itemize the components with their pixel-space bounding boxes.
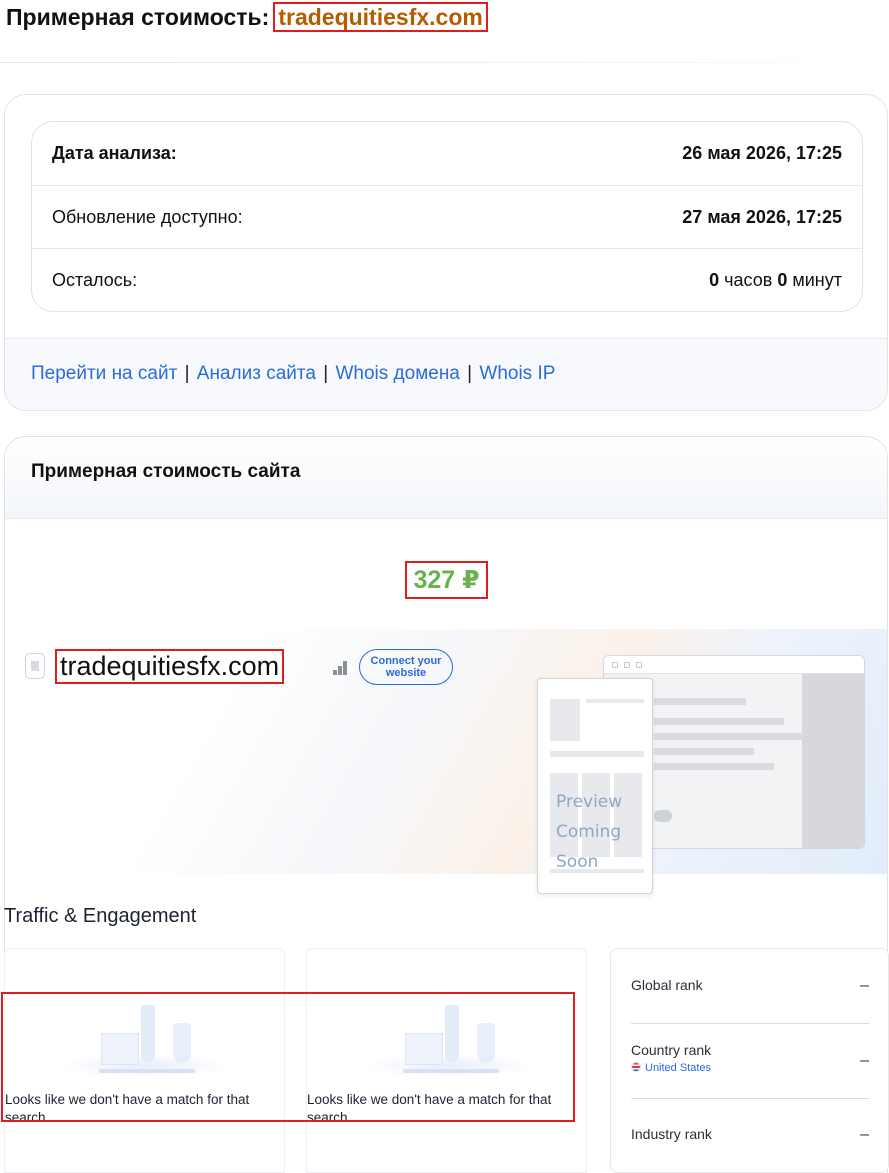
update-available-label: Обновление доступно: [52, 206, 243, 227]
valuation-card-header: Примерная стоимость сайта [5, 437, 887, 519]
industry-rank-label: Industry rank [631, 1126, 712, 1142]
page-title-domain: tradequitiesfx.com [273, 2, 488, 32]
page-title-prefix: Примерная стоимость: [6, 4, 270, 30]
file-icon [25, 653, 45, 679]
signal-bars-icon [333, 661, 349, 675]
global-rank-label: Global rank [631, 977, 703, 993]
country-rank-country[interactable]: United States [631, 1062, 869, 1074]
update-available-value: 27 мая 2026, 17:25 [682, 206, 842, 227]
global-rank-value: – [860, 977, 869, 994]
country-name: United States [645, 1062, 712, 1074]
link-separator: | [184, 363, 190, 384]
global-rank-row: Global rank – [631, 977, 869, 994]
analysis-card-top: Дата анализа: 26 мая 2026, 17:25 Обновле… [5, 95, 887, 339]
coming-soon-label: Coming Soon [556, 822, 622, 872]
industry-rank-value: – [860, 1126, 869, 1143]
preview-coming-soon: Preview Coming Soon [556, 787, 652, 877]
minutes-unit: минут [792, 269, 842, 290]
country-rank-value: – [860, 1052, 869, 1069]
rank-panel: Global rank – Country rank United States… [610, 948, 889, 1173]
website-preview-banner: tradequitiesfx.com Connect your website … [5, 629, 887, 894]
country-rank-label: Country rank [631, 1042, 712, 1058]
link-separator: | [323, 363, 329, 384]
valuation-title: Примерная стоимость сайта [31, 461, 301, 482]
analysis-date-label: Дата анализа: [52, 143, 177, 163]
title-divider [0, 62, 889, 63]
preview-domain: tradequitiesfx.com [55, 649, 285, 684]
analysis-info-box: Дата анализа: 26 мая 2026, 17:25 Обновле… [31, 121, 863, 312]
minutes-count: 0 [777, 269, 788, 290]
time-remaining-value: 0 часов 0 минут [709, 270, 842, 291]
link-site-analysis[interactable]: Анализ сайта [197, 363, 316, 384]
update-available-row: Обновление доступно: 27 мая 2026, 17:25 [32, 185, 862, 248]
hours-unit: часов [724, 269, 773, 290]
connect-website-button[interactable]: Connect your website [359, 649, 453, 685]
highlight-box [1, 992, 575, 1122]
hours-count: 0 [709, 269, 720, 290]
link-whois-domain[interactable]: Whois домена [335, 363, 459, 384]
analysis-card: Дата анализа: 26 мая 2026, 17:25 Обновле… [4, 94, 888, 411]
analysis-date-row: Дата анализа: 26 мая 2026, 17:25 [32, 122, 862, 185]
link-go-to-site[interactable]: Перейти на сайт [31, 363, 177, 384]
preview-label: Preview [556, 792, 623, 812]
time-remaining-row: Осталось: 0 часов 0 минут [32, 248, 862, 311]
site-links: Перейти на сайт | Анализ сайта | Whois д… [31, 363, 555, 385]
mobile-preview-mockup: Preview Coming Soon [537, 678, 653, 894]
rank-divider [631, 1098, 869, 1099]
rank-divider [631, 1023, 869, 1024]
country-rank-row: Country rank United States – [631, 1042, 869, 1074]
page-title: Примерная стоимость: tradequitiesfx.com [6, 2, 488, 32]
estimated-price: 327 ₽ [405, 561, 488, 599]
traffic-engagement-title: Traffic & Engagement [4, 905, 197, 927]
link-whois-ip[interactable]: Whois IP [479, 363, 555, 384]
us-flag-icon [631, 1062, 641, 1072]
time-remaining-label: Осталось: [52, 269, 138, 290]
link-separator: | [467, 363, 473, 384]
analysis-date-value: 26 мая 2026, 17:25 [682, 143, 842, 163]
industry-rank-row: Industry rank – [631, 1126, 869, 1143]
